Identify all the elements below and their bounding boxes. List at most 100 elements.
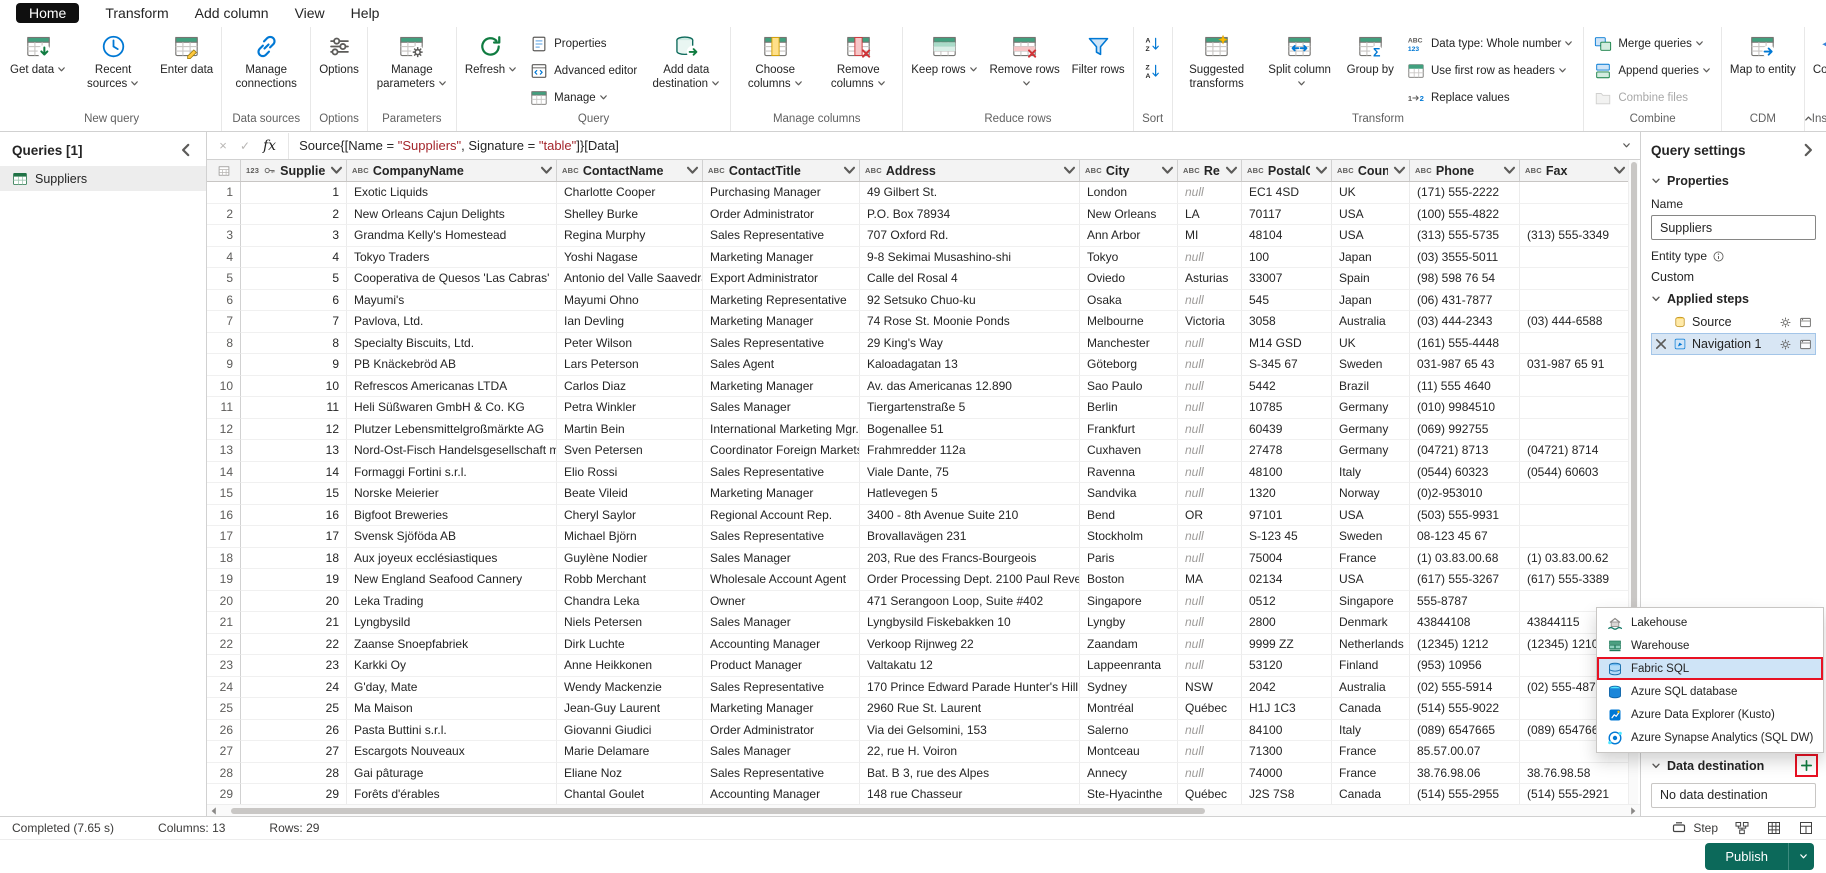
cell-country[interactable]: Germany: [1332, 397, 1410, 419]
row-number[interactable]: 8: [207, 332, 241, 354]
cell-supplierid[interactable]: 27: [241, 741, 347, 763]
cell-postalcode[interactable]: J2S 7S8: [1242, 784, 1332, 804]
row-number[interactable]: 7: [207, 311, 241, 333]
cell-fax[interactable]: [1520, 483, 1628, 505]
cell-city[interactable]: Lappeenranta: [1080, 655, 1178, 677]
cell-companyname[interactable]: Heli Süßwaren GmbH & Co. KG: [347, 397, 557, 419]
cell-postalcode[interactable]: 27478: [1242, 440, 1332, 462]
cell-country[interactable]: Sweden: [1332, 354, 1410, 376]
cell-city[interactable]: Bend: [1080, 504, 1178, 526]
cell-country[interactable]: Netherlands: [1332, 633, 1410, 655]
advanced-editor-button[interactable]: Advanced editor: [523, 58, 644, 83]
cell-phone[interactable]: (161) 555-4448: [1410, 332, 1520, 354]
cell-city[interactable]: Ravenna: [1080, 461, 1178, 483]
cell-address[interactable]: 3400 - 8th Avenue Suite 210: [860, 504, 1080, 526]
cell-contacttitle[interactable]: Sales Representative: [703, 762, 860, 784]
row-number[interactable]: 21: [207, 612, 241, 634]
row-number[interactable]: 9: [207, 354, 241, 376]
cell-postalcode[interactable]: 2042: [1242, 676, 1332, 698]
confirm-formula-icon[interactable]: ✓: [237, 138, 253, 153]
cell-companyname[interactable]: Cooperativa de Quesos 'Las Cabras': [347, 268, 557, 290]
cell-country[interactable]: France: [1332, 741, 1410, 763]
cell-contacttitle[interactable]: Sales Representative: [703, 676, 860, 698]
step-settings-icon[interactable]: [1798, 315, 1813, 330]
cell-address[interactable]: 170 Prince Edward Parade Hunter's Hill: [860, 676, 1080, 698]
cell-region[interactable]: null: [1178, 332, 1242, 354]
cell-region[interactable]: null: [1178, 375, 1242, 397]
cell-city[interactable]: Göteborg: [1080, 354, 1178, 376]
filter-dropdown-icon[interactable]: [1160, 163, 1175, 178]
cell-postalcode[interactable]: 48100: [1242, 461, 1332, 483]
schema-view-icon[interactable]: [1798, 820, 1814, 836]
cell-phone[interactable]: 08-123 45 67: [1410, 526, 1520, 548]
column-header-phone[interactable]: ABC Phone: [1410, 160, 1520, 181]
cell-postalcode[interactable]: 75004: [1242, 547, 1332, 569]
filter-dropdown-icon[interactable]: [329, 163, 344, 178]
cell-postalcode[interactable]: 9999 ZZ: [1242, 633, 1332, 655]
cell-region[interactable]: null: [1178, 483, 1242, 505]
cell-fax[interactable]: [1520, 182, 1628, 204]
cell-companyname[interactable]: Karkki Oy: [347, 655, 557, 677]
destination-option-fabric-sql[interactable]: Fabric SQL: [1597, 657, 1823, 680]
column-header-region[interactable]: ABCRegion: [1178, 160, 1242, 181]
cell-city[interactable]: Tokyo: [1080, 246, 1178, 268]
cell-phone[interactable]: (100) 555-4822: [1410, 203, 1520, 225]
cell-postalcode[interactable]: 100: [1242, 246, 1332, 268]
cell-phone[interactable]: (1) 03.83.00.68: [1410, 547, 1520, 569]
cell-phone[interactable]: 43844108: [1410, 612, 1520, 634]
cell-region[interactable]: null: [1178, 354, 1242, 376]
cell-address[interactable]: 471 Serangoon Loop, Suite #402: [860, 590, 1080, 612]
cell-contacttitle[interactable]: Accounting Manager: [703, 633, 860, 655]
cell-contactname[interactable]: Petra Winkler: [557, 397, 703, 419]
step-settings-icon[interactable]: [1798, 337, 1813, 352]
cell-contactname[interactable]: Antonio del Valle Saavedra: [557, 268, 703, 290]
cell-address[interactable]: 74 Rose St. Moonie Ponds: [860, 311, 1080, 333]
cell-companyname[interactable]: Zaanse Snoepfabriek: [347, 633, 557, 655]
cell-companyname[interactable]: Bigfoot Breweries: [347, 504, 557, 526]
cell-contacttitle[interactable]: Regional Account Rep.: [703, 504, 860, 526]
row-number[interactable]: 2: [207, 203, 241, 225]
cell-region[interactable]: null: [1178, 633, 1242, 655]
destination-option-azure-data-explorer-kusto[interactable]: Azure Data Explorer (Kusto): [1597, 703, 1823, 726]
cell-address[interactable]: Calle del Rosal 4: [860, 268, 1080, 290]
cell-city[interactable]: Paris: [1080, 547, 1178, 569]
cell-country[interactable]: France: [1332, 547, 1410, 569]
destination-option-azure-synapse-analytics-sql-dw[interactable]: Azure Synapse Analytics (SQL DW): [1597, 726, 1823, 749]
get-data-button[interactable]: Get data: [5, 27, 71, 80]
query-item-suppliers[interactable]: Suppliers: [0, 166, 206, 191]
cell-address[interactable]: 203, Rue des Francs-Bourgeois: [860, 547, 1080, 569]
cell-contactname[interactable]: Guylène Nodier: [557, 547, 703, 569]
cell-city[interactable]: Montceau: [1080, 741, 1178, 763]
cell-contactname[interactable]: Mayumi Ohno: [557, 289, 703, 311]
cell-postalcode[interactable]: EC1 4SD: [1242, 182, 1332, 204]
cell-supplierid[interactable]: 2: [241, 203, 347, 225]
cell-phone[interactable]: (12345) 1212: [1410, 633, 1520, 655]
cell-city[interactable]: Boston: [1080, 569, 1178, 591]
cell-contacttitle[interactable]: Product Manager: [703, 655, 860, 677]
merge-queries-button[interactable]: Merge queries: [1587, 31, 1718, 56]
cell-phone[interactable]: (0544) 60323: [1410, 461, 1520, 483]
cell-region[interactable]: null: [1178, 612, 1242, 634]
cell-contacttitle[interactable]: Owner: [703, 590, 860, 612]
cell-fax[interactable]: [1520, 397, 1628, 419]
cell-city[interactable]: New Orleans: [1080, 203, 1178, 225]
cell-phone[interactable]: 031-987 65 43: [1410, 354, 1520, 376]
cell-contactname[interactable]: Lars Peterson: [557, 354, 703, 376]
cell-country[interactable]: Norway: [1332, 483, 1410, 505]
recent-sources-button[interactable]: Recent sources: [72, 27, 154, 93]
cell-postalcode[interactable]: 545: [1242, 289, 1332, 311]
cell-contactname[interactable]: Dirk Luchte: [557, 633, 703, 655]
menu-tab-help[interactable]: Help: [351, 5, 380, 21]
cell-postalcode[interactable]: M14 GSD: [1242, 332, 1332, 354]
keep-rows-button[interactable]: Keep rows: [906, 27, 982, 80]
cell-contactname[interactable]: Chandra Leka: [557, 590, 703, 612]
cell-city[interactable]: Manchester: [1080, 332, 1178, 354]
cell-companyname[interactable]: New Orleans Cajun Delights: [347, 203, 557, 225]
cell-address[interactable]: Valtakatu 12: [860, 655, 1080, 677]
cell-address[interactable]: Bogenallee 51: [860, 418, 1080, 440]
cell-contacttitle[interactable]: Sales Manager: [703, 397, 860, 419]
cell-city[interactable]: Frankfurt: [1080, 418, 1178, 440]
cell-postalcode[interactable]: 0512: [1242, 590, 1332, 612]
cell-supplierid[interactable]: 22: [241, 633, 347, 655]
cell-phone[interactable]: (953) 10956: [1410, 655, 1520, 677]
